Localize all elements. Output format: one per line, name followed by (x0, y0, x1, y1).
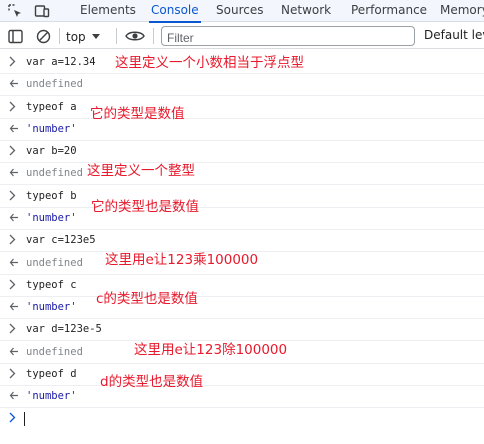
console-code: var c=123e5 (26, 234, 96, 246)
return-arrow-icon (9, 123, 19, 135)
clear-console-icon[interactable] (34, 27, 52, 45)
devtools-tabbar: Elements Console Sources Network Perform… (0, 0, 484, 23)
annotation-text: 这里定义一个小数相当于浮点型 (115, 55, 304, 71)
console-prompt[interactable] (0, 409, 484, 429)
return-arrow-icon (9, 78, 19, 90)
annotation-text: 这里用e让123除100000 (134, 342, 288, 358)
console-code: typeof d (26, 368, 77, 380)
sidebar-toggle-icon[interactable] (6, 27, 24, 45)
console-code: var a=12.34 (26, 56, 96, 68)
console-code: var d=123e-5 (26, 323, 102, 335)
console-input-row: typeof b (0, 186, 484, 208)
return-arrow-icon (9, 212, 19, 224)
console-input-row: var d=123e-5 (0, 319, 484, 341)
console-toolbar: top Default levels (0, 23, 484, 49)
console-code: typeof c (26, 279, 77, 291)
return-arrow-icon (9, 257, 19, 269)
toolbar-divider (59, 28, 60, 44)
console-code: typeof a (26, 101, 77, 113)
chevron-right-icon (9, 190, 19, 202)
context-selector[interactable]: top (66, 28, 100, 45)
console-input-row: var c=123e5 (0, 230, 484, 252)
console-input-row: var b=20 (0, 141, 484, 163)
annotation-text: d的类型也是数值 (100, 374, 204, 390)
device-toolbar-icon[interactable] (33, 2, 51, 20)
console-result: 'number' (26, 212, 77, 224)
tab-network[interactable]: Network (281, 0, 331, 22)
filter-box (161, 26, 415, 47)
caret-down-icon (91, 34, 100, 39)
console-result: undefined (26, 257, 83, 269)
return-arrow-icon (9, 301, 19, 313)
tab-sources[interactable]: Sources (216, 0, 263, 22)
chevron-right-icon (9, 234, 19, 246)
console-result: 'number' (26, 390, 77, 402)
chevron-right-icon (9, 101, 19, 113)
annotation-text: 这里定义一个整型 (87, 163, 195, 179)
return-arrow-icon (9, 390, 19, 402)
annotation-text: 这里用e让123乘100000 (105, 252, 259, 268)
chevron-right-icon (9, 323, 19, 335)
console-output-row: undefined (0, 74, 484, 96)
toolbar-divider (153, 28, 154, 44)
console-output-row: 'number' (0, 208, 484, 230)
console-result: 'number' (26, 301, 77, 313)
console-result: undefined (26, 78, 83, 90)
context-label: top (66, 29, 86, 44)
tab-performance[interactable]: Performance (351, 0, 427, 22)
console-output-row: undefined (0, 163, 484, 185)
chevron-right-icon (9, 368, 19, 380)
console-code: typeof b (26, 190, 77, 202)
annotation-text: c的类型也是数值 (96, 291, 198, 307)
inspect-element-icon[interactable] (6, 2, 24, 20)
annotation-text: 它的类型是数值 (90, 106, 185, 122)
console-output-row: 'number' (0, 297, 484, 319)
return-arrow-icon (9, 346, 19, 358)
chevron-right-icon (9, 56, 19, 68)
console-result: undefined (26, 346, 83, 358)
tab-elements[interactable]: Elements (80, 0, 136, 22)
prompt-chevron-icon (9, 412, 16, 426)
console-input-row: typeof d (0, 364, 484, 386)
console-output-row: 'number' (0, 119, 484, 141)
chevron-right-icon (9, 145, 19, 157)
console-result: 'number' (26, 123, 77, 135)
tab-console[interactable]: Console (149, 0, 201, 23)
log-levels-dropdown[interactable]: Default levels (424, 28, 484, 42)
console-input-row: typeof c (0, 275, 484, 297)
return-arrow-icon (9, 167, 19, 179)
live-expression-eye-icon[interactable] (124, 27, 146, 45)
console-input-row: typeof a (0, 97, 484, 119)
annotation-text: 它的类型也是数值 (91, 199, 199, 215)
console-result: undefined (26, 167, 83, 179)
console-code: var b=20 (26, 145, 77, 157)
text-cursor (24, 412, 25, 426)
chevron-right-icon (9, 279, 19, 291)
toolbar-divider (116, 28, 117, 44)
filter-input[interactable] (162, 29, 414, 47)
tab-memory[interactable]: Memory (440, 0, 484, 22)
console-output-row: 'number' (0, 386, 484, 408)
